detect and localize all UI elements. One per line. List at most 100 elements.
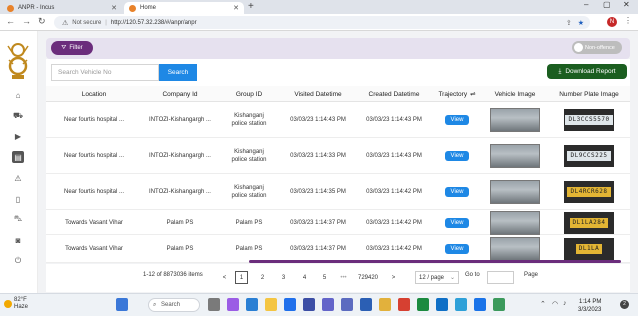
profile-avatar[interactable]: N <box>607 17 617 27</box>
browser-tab-home[interactable]: Home ✕ <box>124 2 244 14</box>
mail-app-icon[interactable] <box>303 298 315 311</box>
number-plate-image[interactable]: DL1LA284 <box>564 211 614 234</box>
logout-icon[interactable]: ⏻ <box>12 255 24 267</box>
alert-icon[interactable]: ⚠ <box>12 172 24 184</box>
camera-icon[interactable]: ◙ <box>12 234 24 246</box>
document-icon[interactable]: ▯ <box>12 193 24 205</box>
page-ellipsis[interactable]: ••• <box>337 271 350 284</box>
number-plate-image[interactable]: DL9CCS225 <box>564 145 614 167</box>
column-header-plate-image[interactable]: Number Plate Image <box>548 86 630 102</box>
traffic-icon[interactable]: ⛟ <box>12 110 24 122</box>
page-size-select[interactable]: 12 / page ⌄ <box>415 271 459 284</box>
star-icon[interactable]: ★ <box>578 19 584 27</box>
cell-created: 03/03/23 1:14:42 PM <box>366 246 422 252</box>
horizontal-scrollbar[interactable] <box>249 260 621 263</box>
chrome-app-icon-2[interactable] <box>398 298 410 311</box>
download-report-button[interactable]: ⤓ Download Report <box>547 64 627 79</box>
column-header-company-id[interactable]: Company Id <box>142 86 218 102</box>
column-header-visited-datetime[interactable]: Visited Datetime <box>280 86 356 102</box>
notification-badge[interactable]: 2 <box>620 300 629 309</box>
page-button-2[interactable]: 2 <box>256 271 269 284</box>
column-header-vehicle-image[interactable]: Vehicle Image <box>482 86 548 102</box>
column-header-created-datetime[interactable]: Created Datetime <box>356 86 432 102</box>
vehicle-image[interactable] <box>490 237 540 261</box>
vehicle-image[interactable] <box>490 180 540 204</box>
anpr-icon[interactable]: ▤ <box>12 151 24 163</box>
view-trajectory-button[interactable]: View <box>445 151 469 161</box>
cell-created: 03/03/23 1:14:43 PM <box>366 117 422 123</box>
chat-app-icon[interactable] <box>227 298 239 311</box>
app-icon[interactable] <box>455 298 467 311</box>
page-button-4[interactable]: 4 <box>298 271 311 284</box>
taskbar-clock[interactable]: 1:14 PM 3/3/2023 <box>578 298 601 314</box>
page-button-5[interactable]: 5 <box>318 271 331 284</box>
goto-page-input[interactable] <box>487 271 514 284</box>
weather-widget[interactable]: 82°F Haze <box>14 297 28 311</box>
vehicle-search-input[interactable]: Search Vehicle No <box>51 64 159 81</box>
column-header-location[interactable]: Location <box>46 86 142 102</box>
view-trajectory-button[interactable]: View <box>445 115 469 125</box>
minimize-button[interactable]: – <box>584 0 588 9</box>
reload-icon[interactable]: ↻ <box>38 16 46 27</box>
teams-app-icon-2[interactable] <box>341 298 353 311</box>
vehicle-image[interactable] <box>490 108 540 132</box>
excel-app-icon[interactable] <box>417 298 429 311</box>
prev-page-button[interactable]: < <box>218 271 231 284</box>
view-trajectory-button[interactable]: View <box>445 187 469 197</box>
last-page-button[interactable]: 729420 <box>353 271 383 284</box>
url-field[interactable]: ⚠ Not secure | http://120.57.32.238/#/an… <box>54 16 590 29</box>
speaker-icon[interactable]: ♪ <box>563 300 567 307</box>
tab-close-icon[interactable]: ✕ <box>111 4 117 12</box>
non-offence-toggle[interactable]: Non-offence <box>572 41 622 54</box>
goto-label: Go to <box>465 272 480 278</box>
maximize-button[interactable]: ▢ <box>603 0 611 9</box>
browser-tab-bar: ANPR - Incus ✕ Home ✕ + – ▢ ✕ <box>0 0 638 14</box>
edge-app-icon[interactable] <box>246 298 258 311</box>
vehicle-image[interactable] <box>490 144 540 168</box>
start-button-icon[interactable] <box>116 298 128 311</box>
number-plate-image[interactable]: DL1LA <box>564 238 614 260</box>
back-arrow-icon[interactable]: ← <box>6 16 15 26</box>
app-icon-3[interactable] <box>493 298 505 311</box>
view-trajectory-button[interactable]: View <box>445 244 469 254</box>
task-view-icon[interactable] <box>208 298 220 311</box>
filter-button[interactable]: ⛛ Filter <box>51 41 93 55</box>
column-header-trajectory[interactable]: Trajectory ⇌ <box>432 86 482 102</box>
browser-menu-icon[interactable]: ⋮ <box>624 16 632 25</box>
wifi-icon[interactable]: ◠ <box>552 300 558 308</box>
cell-company: Palam PS <box>166 219 194 226</box>
number-plate-image[interactable]: DL4RCR628 <box>564 181 614 203</box>
cell-visited: 03/03/23 1:14:37 PM <box>290 219 346 226</box>
chrome-app-icon[interactable] <box>379 298 391 311</box>
store-app-icon[interactable] <box>284 298 296 311</box>
vehicle-icon[interactable]: ⛍ <box>12 213 24 225</box>
share-icon[interactable]: ⇪ <box>566 19 572 27</box>
next-page-button[interactable]: > <box>387 271 400 284</box>
number-plate-image[interactable]: DL3CCS5570 <box>564 109 614 131</box>
new-tab-button[interactable]: + <box>248 1 254 12</box>
browser-tab-anpr[interactable]: ANPR - Incus ✕ <box>2 2 122 14</box>
cell-plate-image: DL1LA284 <box>548 210 630 235</box>
sort-icon[interactable]: ⇌ <box>470 90 475 98</box>
video-icon[interactable]: ▶ <box>12 130 24 142</box>
tray-chevron-icon[interactable]: ⌃ <box>540 300 546 308</box>
close-window-button[interactable]: ✕ <box>623 0 630 9</box>
download-label: Download Report <box>565 68 616 75</box>
search-button[interactable]: Search <box>159 64 197 81</box>
outlook-app-icon[interactable] <box>436 298 448 311</box>
vehicle-image[interactable] <box>490 210 540 235</box>
page-button-3[interactable]: 3 <box>277 271 290 284</box>
app-icon-2[interactable] <box>474 298 486 311</box>
cell-visited: 03/03/23 1:14:43 PM <box>290 117 346 123</box>
column-header-group-id[interactable]: Group ID <box>218 86 280 102</box>
tab-close-icon[interactable]: ✕ <box>233 4 239 12</box>
taskbar-search-box[interactable]: ⌕ Search <box>148 298 200 312</box>
forward-arrow-icon[interactable]: → <box>22 16 31 26</box>
home-icon[interactable]: ⌂ <box>12 89 24 101</box>
view-trajectory-button[interactable]: View <box>445 217 469 228</box>
word-app-icon[interactable] <box>360 298 372 311</box>
file-explorer-icon[interactable] <box>265 298 277 311</box>
page-button-1[interactable]: 1 <box>235 271 248 284</box>
teams-app-icon[interactable] <box>322 298 334 311</box>
weather-temp: 82°F <box>14 297 27 303</box>
